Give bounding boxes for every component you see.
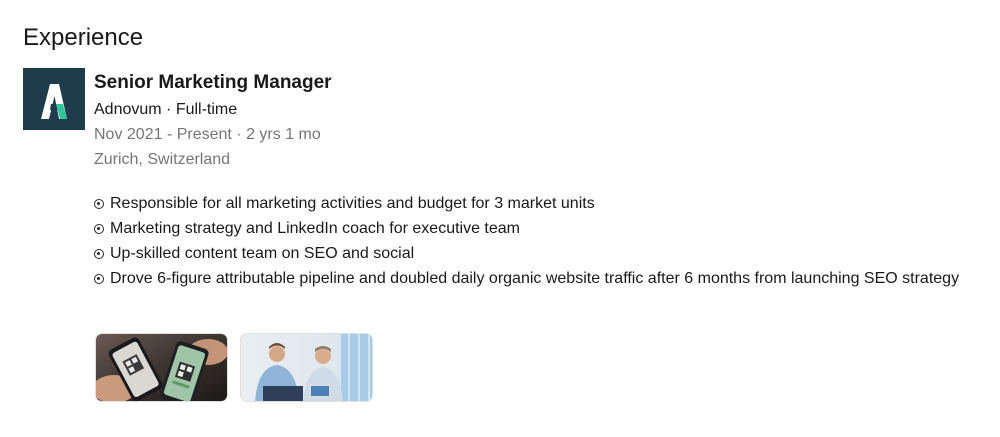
job-title[interactable]: Senior Marketing Manager bbox=[94, 70, 974, 96]
description: Responsible for all marketing activities… bbox=[94, 191, 974, 291]
description-bullet: Drove 6-figure attributable pipeline and… bbox=[94, 266, 974, 291]
circle-dot-bullet-icon bbox=[94, 224, 104, 234]
media-thumbnail-meeting[interactable] bbox=[240, 333, 373, 402]
circle-dot-bullet-icon bbox=[94, 249, 104, 259]
circle-dot-bullet-icon bbox=[94, 274, 104, 284]
company-line[interactable]: Adnovum · Full-time bbox=[94, 99, 974, 121]
media-thumbnails bbox=[95, 333, 373, 402]
section-title: Experience bbox=[23, 24, 144, 51]
company-logo[interactable] bbox=[23, 68, 85, 130]
description-bullet: Marketing strategy and LinkedIn coach fo… bbox=[94, 216, 974, 241]
description-bullet: Responsible for all marketing activities… bbox=[94, 191, 974, 216]
date-range: Nov 2021 - Present · 2 yrs 1 mo bbox=[94, 126, 321, 143]
adnovum-logo-icon bbox=[23, 68, 85, 130]
two-men-meeting-image bbox=[241, 334, 372, 401]
phones-qr-code-image bbox=[96, 334, 227, 401]
location: Zurich, Switzerland bbox=[94, 151, 231, 168]
circle-dot-bullet-icon bbox=[94, 199, 104, 209]
media-thumbnail-phones[interactable] bbox=[95, 333, 228, 402]
experience-entry: Senior Marketing Manager Adnovum · Full-… bbox=[94, 70, 974, 291]
description-bullet: Up-skilled content team on SEO and socia… bbox=[94, 241, 974, 266]
